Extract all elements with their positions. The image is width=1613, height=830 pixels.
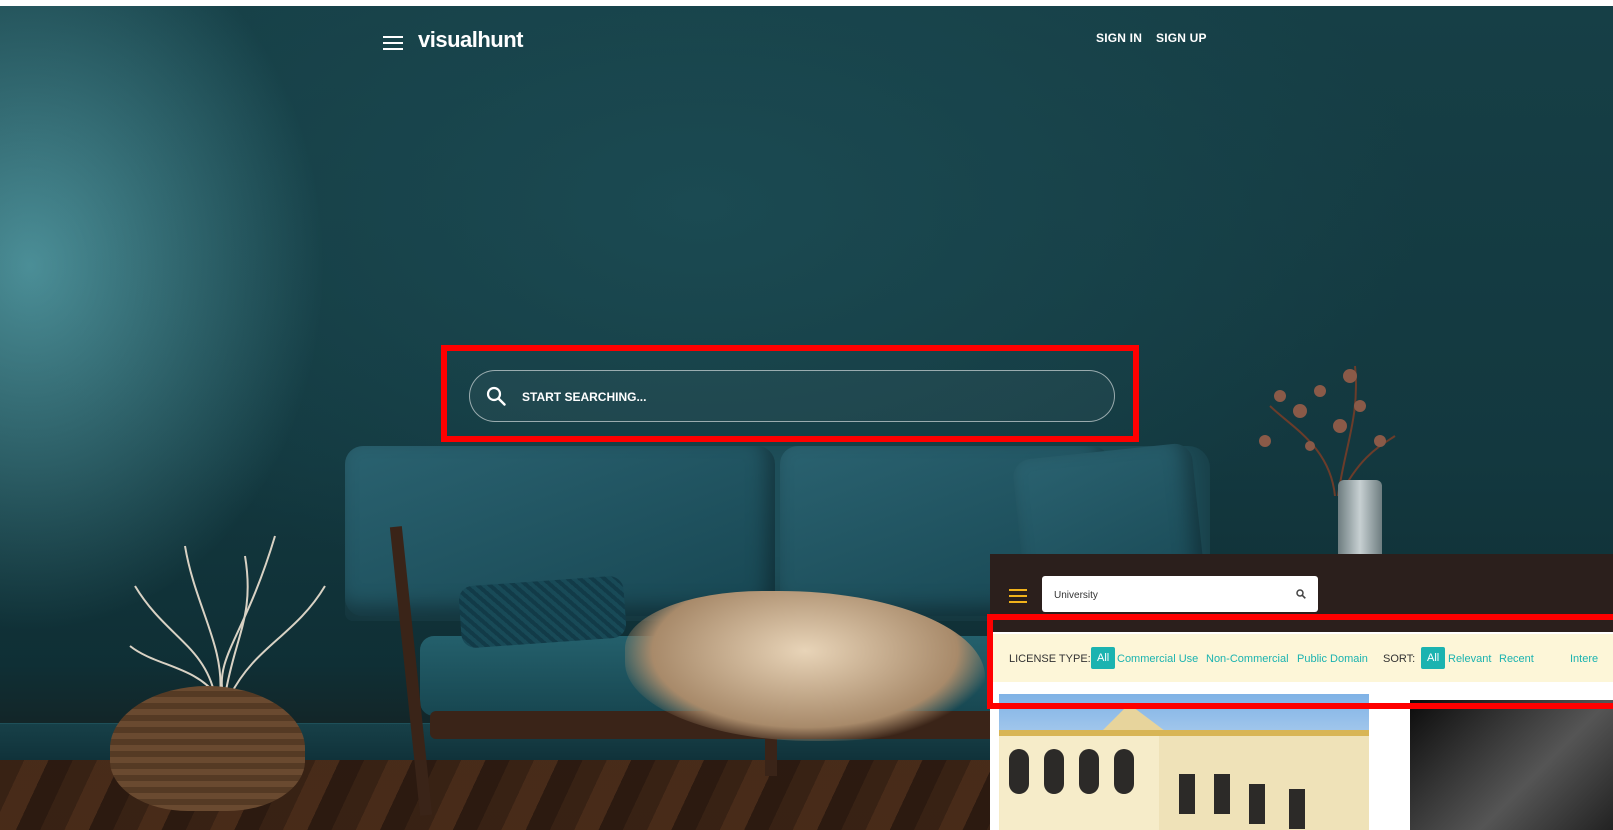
glass-vase — [1338, 480, 1382, 560]
filter-highlight-box — [987, 614, 1613, 709]
dried-branches — [129, 535, 326, 696]
logo[interactable]: visualhunt — [418, 27, 524, 53]
results-search-input[interactable] — [1052, 576, 1286, 614]
search-icon[interactable] — [486, 386, 506, 406]
search-icon[interactable] — [1296, 589, 1306, 599]
sign-up-link[interactable]: SIGN UP — [1156, 31, 1207, 45]
results-search-bar[interactable] — [1042, 576, 1318, 614]
result-image-2[interactable] — [1410, 700, 1613, 830]
menu-icon[interactable] — [383, 36, 403, 51]
menu-icon[interactable] — [1009, 589, 1027, 603]
result-image-1[interactable] — [999, 694, 1369, 830]
university-building-image — [999, 704, 1369, 830]
sign-in-link[interactable]: SIGN IN — [1096, 31, 1142, 45]
wicker-basket — [110, 686, 305, 811]
knit-pillow — [458, 575, 627, 649]
hero-search-bar[interactable] — [469, 370, 1115, 423]
sofa-leg — [765, 736, 777, 776]
search-input[interactable] — [520, 371, 1084, 423]
pod-branches — [1259, 365, 1396, 496]
